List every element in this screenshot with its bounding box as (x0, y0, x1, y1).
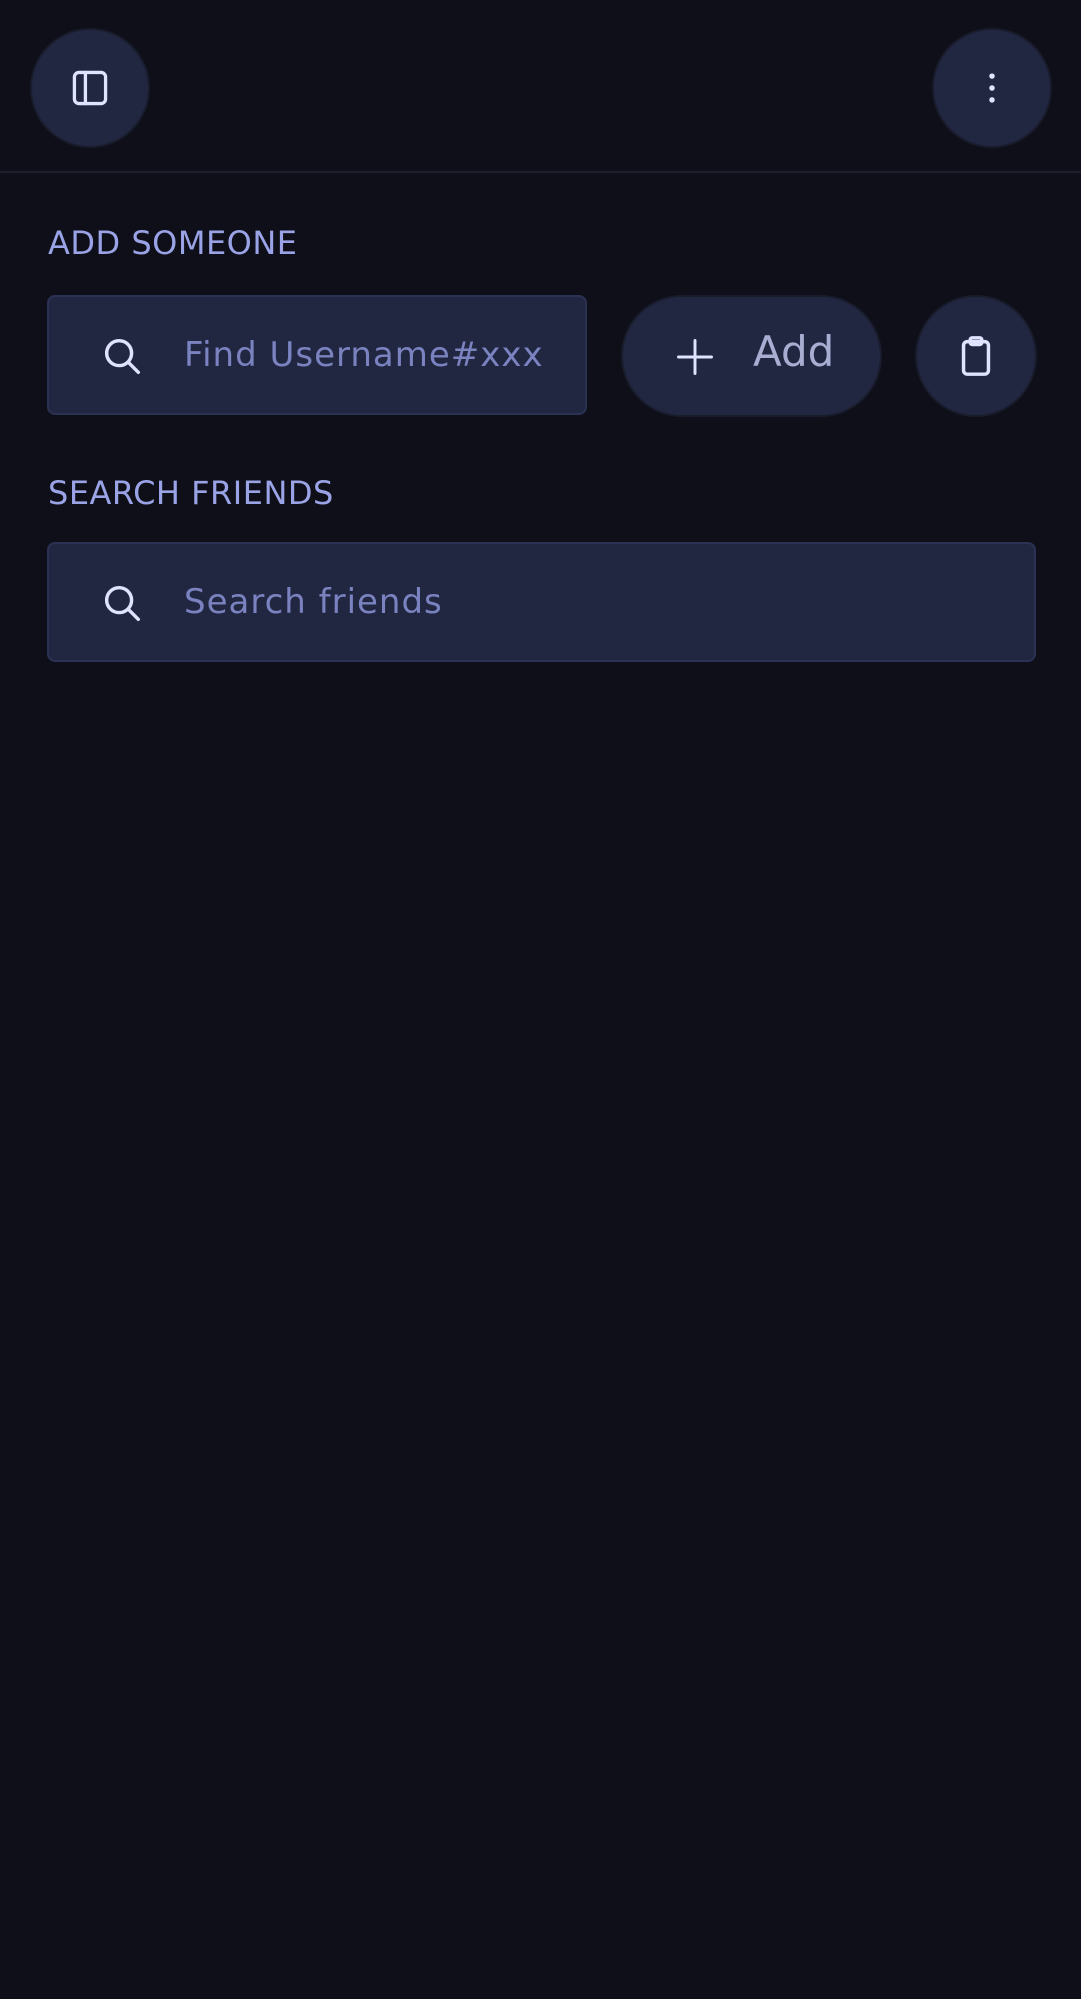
search-friends-input[interactable] (184, 544, 1024, 660)
add-button-label: Add (753, 327, 835, 376)
find-username-field[interactable] (47, 295, 587, 415)
search-icon (104, 585, 141, 622)
clipboard-icon (961, 336, 991, 376)
paste-clipboard-button[interactable] (915, 295, 1037, 417)
top-bar (0, 0, 1081, 173)
search-icon (104, 338, 141, 375)
more-vertical-icon (989, 73, 995, 103)
search-friends-label: SEARCH FRIENDS (48, 474, 334, 512)
add-someone-label: ADD SOMEONE (48, 224, 298, 262)
sidebar-toggle-button[interactable] (30, 28, 150, 148)
add-friend-button[interactable]: Add (621, 295, 882, 417)
more-options-button[interactable] (932, 28, 1052, 148)
search-friends-field[interactable] (47, 542, 1036, 662)
find-username-input[interactable] (184, 297, 575, 413)
plus-icon (677, 339, 713, 375)
sidebar-icon (72, 70, 108, 106)
